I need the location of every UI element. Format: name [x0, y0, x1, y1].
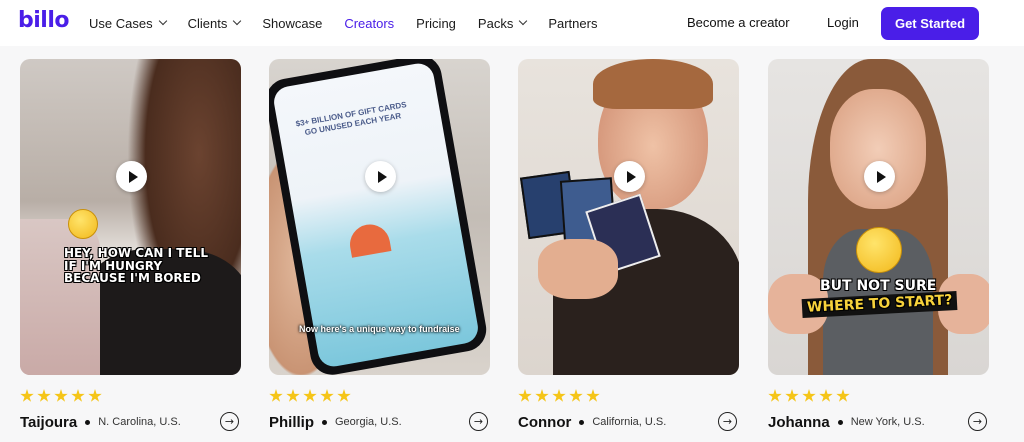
phone-screen-text: $3+ BILLION OF GIFT CARDS GO UNUSED EACH… [295, 100, 408, 138]
star-icon [836, 389, 850, 402]
star-rating [768, 389, 850, 403]
nav-packs[interactable]: Packs [477, 15, 528, 31]
creator-card: But not sure where to start? Johanna New… [768, 59, 989, 431]
star-icon [802, 389, 816, 402]
star-icon [518, 389, 532, 402]
nav-packs-label: Packs [477, 15, 514, 31]
creator-location: N. Carolina, U.S. [98, 416, 181, 428]
nav-use-cases-label: Use Cases [89, 15, 153, 31]
creator-meta: Johanna New York, U.S. → [768, 411, 989, 433]
nav-partners-label: Partners [548, 15, 598, 31]
thinking-emoji-icon [68, 209, 98, 239]
arrow-right-icon[interactable]: → [220, 412, 239, 431]
creator-name: Taijoura [20, 413, 78, 431]
chevron-down-icon [519, 16, 528, 26]
star-rating [20, 389, 102, 403]
creator-card: $3+ BILLION OF GIFT CARDS GO UNUSED EACH… [269, 59, 490, 431]
nav-showcase-label: Showcase [262, 15, 323, 31]
star-icon [785, 389, 799, 402]
creator-video[interactable] [518, 59, 739, 375]
separator-dot [85, 419, 91, 425]
nav-clients-label: Clients [187, 15, 228, 31]
star-icon [303, 389, 317, 402]
creator-location: California, U.S. [592, 416, 667, 428]
arrow-right-icon[interactable]: → [469, 412, 488, 431]
star-icon [552, 389, 566, 402]
star-icon [586, 389, 600, 402]
creator-name: Connor [518, 413, 572, 431]
creator-meta: Taijoura N. Carolina, U.S. → [20, 411, 241, 433]
thinking-emoji-icon [856, 227, 902, 273]
separator-dot [579, 419, 585, 425]
creator-meta: Connor California, U.S. → [518, 411, 739, 433]
pillow [20, 219, 100, 375]
creator-name: Johanna [768, 413, 830, 431]
nav-clients[interactable]: Clients [187, 15, 242, 31]
star-icon [54, 389, 68, 402]
creator-name: Phillip [269, 413, 314, 431]
nav-pricing[interactable]: Pricing [416, 16, 456, 31]
star-icon [768, 389, 782, 402]
video-caption: Now here's a unique way to fundraise [299, 324, 460, 334]
hair [593, 59, 713, 109]
creator-video[interactable]: Hey, how can I tell if I'm hungry becaus… [20, 59, 241, 375]
creator-video[interactable]: But not sure where to start? [768, 59, 989, 375]
star-icon [88, 389, 102, 402]
star-icon [20, 389, 34, 402]
nav-pricing-label: Pricing [416, 15, 456, 31]
creator-meta: Phillip Georgia, U.S. → [269, 411, 490, 433]
nav-creators[interactable]: Creators [344, 16, 394, 31]
hand [538, 239, 618, 299]
top-navigation: billo Use Cases Clients Showcase Creator… [0, 0, 1024, 46]
play-icon [626, 170, 636, 183]
nav-showcase[interactable]: Showcase [262, 16, 322, 31]
nav-use-cases[interactable]: Use Cases [89, 15, 167, 31]
nav-partners[interactable]: Partners [548, 16, 597, 31]
separator-dot [322, 419, 327, 425]
separator-dot [837, 419, 843, 425]
login-link[interactable]: Login [827, 15, 859, 30]
star-icon [286, 389, 300, 402]
video-caption-top: But not sure [820, 278, 937, 294]
become-creator-link[interactable]: Become a creator [687, 15, 790, 30]
play-button[interactable] [614, 161, 645, 192]
play-button[interactable] [864, 161, 895, 192]
star-icon [569, 389, 583, 402]
star-icon [819, 389, 833, 402]
star-icon [37, 389, 51, 402]
creator-location: New York, U.S. [850, 416, 925, 428]
play-icon [876, 170, 886, 183]
play-button[interactable] [116, 161, 147, 192]
star-icon [269, 389, 283, 402]
star-icon [71, 389, 85, 402]
video-caption: Hey, how can I tell if I'm hungry becaus… [64, 246, 208, 286]
creator-card: Connor California, U.S. → [518, 59, 739, 431]
billo-logo[interactable]: billo [18, 8, 70, 33]
play-icon [377, 170, 387, 183]
parachute [346, 221, 392, 258]
arrow-right-icon[interactable]: → [718, 412, 737, 431]
nav-creators-label: Creators [344, 15, 395, 31]
creator-location: Georgia, U.S. [335, 416, 402, 428]
chevron-down-icon [233, 16, 242, 26]
star-icon [320, 389, 334, 402]
creator-video[interactable]: $3+ BILLION OF GIFT CARDS GO UNUSED EACH… [269, 59, 490, 375]
chevron-down-icon [158, 16, 167, 26]
star-rating [518, 389, 600, 403]
star-rating [269, 389, 351, 403]
play-icon [128, 170, 138, 183]
nav-links: Use Cases Clients Showcase Creators Pric… [89, 0, 619, 46]
star-icon [337, 389, 351, 402]
arrow-right-icon[interactable]: → [968, 412, 987, 431]
star-icon [535, 389, 549, 402]
creator-card: Hey, how can I tell if I'm hungry becaus… [20, 59, 241, 431]
play-button[interactable] [365, 161, 396, 192]
get-started-button[interactable]: Get Started [881, 7, 979, 40]
